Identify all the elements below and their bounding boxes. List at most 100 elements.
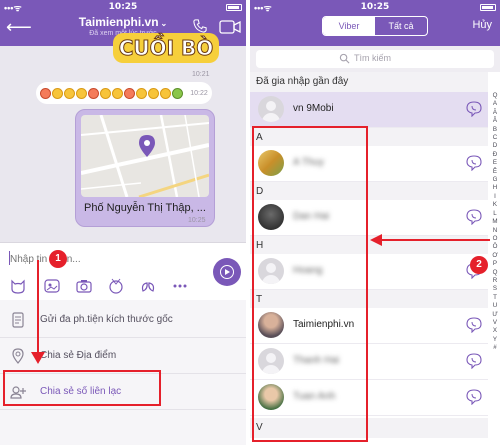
alphabet-index-letter[interactable]: A	[490, 100, 500, 108]
message-timestamp: 10:22	[190, 89, 208, 97]
alphabet-index-letter[interactable]: H	[490, 184, 500, 192]
recent-section-header: Đã gia nhập gần đây	[250, 72, 488, 92]
map-thumbnail	[81, 115, 209, 197]
annotation-arrow-down	[31, 260, 45, 364]
emoticon-icon	[172, 87, 184, 99]
alphabet-index-letter[interactable]: E	[490, 159, 500, 167]
alphabet-index-letter[interactable]: Ô	[490, 243, 500, 251]
alphabet-index-letter[interactable]: R	[490, 277, 500, 285]
alphabet-index-letter[interactable]: V	[490, 319, 500, 327]
emoticon-icon	[52, 87, 64, 99]
alphabet-index-letter[interactable]: U	[490, 302, 500, 310]
menu-item-label: Gửi đa ph.tiện kích thước gốc	[40, 314, 173, 325]
chevron-down-icon: ⌄	[160, 19, 168, 28]
search-bar: Tìm kiếm	[250, 46, 500, 72]
alphabet-index-letter[interactable]: K	[490, 201, 500, 209]
gif-icon[interactable]	[140, 278, 156, 294]
alphabet-index-letter[interactable]: S	[490, 285, 500, 293]
emoticon-icon	[112, 87, 124, 99]
contact-name: vn 9Mobi	[293, 103, 334, 114]
alphabet-index-letter[interactable]: P	[490, 260, 500, 268]
alphabet-index-letter[interactable]: B	[490, 126, 500, 134]
location-pin-icon	[139, 135, 155, 157]
status-time: 10:25	[108, 2, 138, 12]
tab-all[interactable]: Tất cả	[375, 17, 427, 35]
emoticon-icon	[160, 87, 172, 99]
contact-filter-tabs: Viber Tất cả	[322, 16, 428, 36]
location-message[interactable]: Phố Nguyễn Thị Thập, ... 10:25	[75, 109, 215, 227]
status-bar: •••ᯤ 10:25	[0, 0, 246, 14]
alphabet-index-letter[interactable]: D	[490, 142, 500, 150]
alphabet-index-letter[interactable]: Q	[490, 269, 500, 277]
alphabet-index-letter[interactable]: T	[490, 294, 500, 302]
doodle-icon[interactable]	[108, 278, 124, 294]
viber-call-icon[interactable]	[466, 209, 482, 225]
alphabet-index-letter[interactable]: Ă	[490, 109, 500, 117]
alphabet-index-letter[interactable]: Ư	[490, 311, 500, 319]
search-input[interactable]: Tìm kiếm	[256, 50, 494, 68]
camera-icon[interactable]	[76, 278, 92, 294]
cancel-button[interactable]: Hủy	[472, 19, 492, 31]
search-placeholder: Tìm kiếm	[354, 53, 391, 63]
alphabet-index-letter[interactable]: M	[490, 218, 500, 226]
annotation-arrow-left	[370, 234, 490, 246]
annotation-highlight-contact-list	[252, 126, 368, 442]
emoticon-icon	[136, 87, 148, 99]
viber-call-icon[interactable]	[466, 353, 482, 369]
viber-call-icon[interactable]	[466, 155, 482, 171]
chat-title[interactable]: Taimienphi.vn ⌄	[0, 15, 246, 29]
search-icon	[339, 53, 350, 64]
phone-call-icon[interactable]	[193, 19, 207, 33]
contact-picker-screen: •••ᯤ 10:25 Viber Tất cả Hủy Tìm kiếm Đã …	[250, 0, 500, 445]
more-icon[interactable]	[172, 278, 188, 294]
location-pin-icon	[12, 348, 24, 364]
status-time: 10:25	[360, 2, 390, 12]
alphabet-index-letter[interactable]: X	[490, 327, 500, 335]
emoticon-icon	[76, 87, 88, 99]
alphabet-index-letter[interactable]: O	[490, 235, 500, 243]
emoticon-icon	[124, 87, 136, 99]
contact-row[interactable]: vn 9Mobi	[250, 92, 488, 128]
send-icon	[220, 265, 234, 279]
alphabet-index-letter[interactable]: Y	[490, 336, 500, 344]
message-timestamp: 10:21	[192, 71, 210, 78]
picker-header: •••ᯤ 10:25 Viber Tất cả Hủy	[250, 0, 500, 46]
menu-item-label: Chia sẻ Địa điểm	[40, 350, 117, 361]
alphabet-index-letter[interactable]: Â	[490, 117, 500, 125]
alphabet-index-letter[interactable]: I	[490, 193, 500, 201]
map-caption: Phố Nguyễn Thị Thập, ...	[84, 202, 206, 214]
emoticon-icon	[88, 87, 100, 99]
tab-viber[interactable]: Viber	[323, 17, 375, 35]
send-button[interactable]	[213, 258, 241, 286]
message-timestamp: 10:25	[188, 217, 206, 224]
step-badge-2: 2	[470, 256, 488, 274]
video-call-icon[interactable]	[219, 20, 241, 34]
alphabet-index-letter[interactable]: #	[490, 344, 500, 352]
sticker-message[interactable]: CUỒI BÒ	[113, 33, 219, 63]
emoticon-icon	[148, 87, 160, 99]
alphabet-index-letter[interactable]: Q	[490, 92, 500, 100]
emoji-message[interactable]: 10:22	[36, 82, 212, 104]
alphabet-index-letter[interactable]: Ơ	[490, 252, 500, 260]
battery-icon	[226, 4, 242, 11]
chat-title-text: Taimienphi.vn	[78, 15, 159, 29]
alphabet-index-letter[interactable]: N	[490, 227, 500, 235]
battery-icon	[480, 4, 496, 11]
emoticon-icon	[100, 87, 112, 99]
alphabet-index-letter[interactable]: C	[490, 134, 500, 142]
alphabet-index-letter[interactable]: L	[490, 210, 500, 218]
sticker-icon[interactable]	[10, 278, 26, 294]
chat-screen: •••ᯤ 10:25 ⟵ Taimienphi.vn⌄ Đã xem một l…	[0, 0, 246, 445]
viber-call-icon[interactable]	[466, 101, 482, 117]
status-bar: •••ᯤ 10:25	[250, 0, 500, 14]
alphabet-index-letter[interactable]: Ê	[490, 168, 500, 176]
emoticon-icon	[64, 87, 76, 99]
viber-call-icon[interactable]	[466, 317, 482, 333]
viber-call-icon[interactable]	[466, 389, 482, 405]
alphabet-index[interactable]: Q A Ă Â B C D Đ E Ê G H I K L M N O Ô Ơ P Q R S T U Ư V X Y #	[490, 92, 500, 353]
step-badge-1: 1	[49, 250, 67, 268]
alphabet-index-letter[interactable]: G	[490, 176, 500, 184]
alphabet-index-letter[interactable]: Đ	[490, 151, 500, 159]
annotation-highlight-share-contact	[3, 370, 161, 406]
avatar	[258, 96, 284, 122]
